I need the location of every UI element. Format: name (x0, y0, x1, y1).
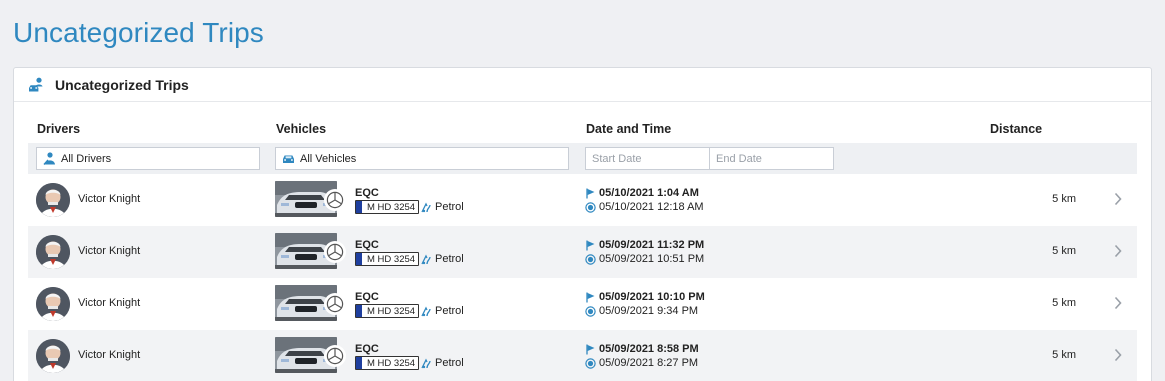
flag-icon (585, 188, 596, 199)
car-icon (282, 152, 295, 165)
vehicles-filter-value: All Vehicles (300, 152, 357, 165)
fuel-type: Petrol (421, 305, 464, 317)
trip-end: 05/09/2021 8:58 PM (585, 343, 699, 355)
car-user-icon (28, 77, 44, 93)
flag-icon (585, 240, 596, 251)
chevron-right-icon[interactable] (1113, 192, 1123, 206)
license-plate: M HD 3254 (355, 304, 419, 318)
drivers-filter[interactable]: All Drivers (36, 147, 260, 170)
vehicle-model: EQC (355, 187, 379, 199)
start-point-icon (585, 253, 596, 265)
vehicle-model: EQC (355, 343, 379, 355)
license-plate: M HD 3254 (355, 356, 419, 370)
eu-band (356, 305, 362, 317)
trip-start-time: 05/09/2021 8:27 PM (599, 357, 699, 369)
table-row[interactable]: Victor Knight EQC M HD 3254 (28, 226, 1137, 278)
trip-start-time: 05/09/2021 10:51 PM (599, 253, 705, 265)
trip-start: 05/09/2021 8:27 PM (585, 357, 698, 369)
fuel-label: Petrol (435, 201, 464, 213)
chevron-right-icon[interactable] (1113, 296, 1123, 310)
driver-name[interactable]: Victor Knight (78, 245, 140, 257)
mercedes-logo-icon (324, 345, 346, 367)
column-header-distance: Distance (990, 122, 1043, 136)
mercedes-logo-icon (324, 189, 346, 211)
fuel-label: Petrol (435, 253, 464, 265)
fuel-icon (421, 306, 432, 317)
chevron-right-icon[interactable] (1113, 244, 1123, 258)
fuel-type: Petrol (421, 357, 464, 369)
end-date-input[interactable]: End Date (709, 147, 834, 170)
trips-table: Drivers Vehicles Date and Time Distance … (28, 116, 1137, 381)
page-title: Uncategorized Trips (13, 17, 264, 48)
trips-list: Victor Knight EQC M HD 3254 Petrol 05/10… (28, 174, 1137, 381)
trip-end-time: 05/10/2021 1:04 AM (599, 187, 699, 199)
fuel-type: Petrol (421, 253, 464, 265)
drivers-filter-value: All Drivers (61, 152, 112, 165)
card-title: Uncategorized Trips (55, 76, 189, 93)
avatar (36, 287, 70, 321)
fuel-icon (421, 254, 432, 265)
mercedes-logo-icon (324, 241, 346, 263)
trip-distance: 5 km (1052, 349, 1076, 361)
start-point-icon (585, 201, 596, 213)
eu-band (356, 357, 362, 369)
start-point-icon (585, 357, 596, 369)
vehicles-filter[interactable]: All Vehicles (275, 147, 569, 170)
plate-number: M HD 3254 (367, 201, 416, 213)
avatar (36, 339, 70, 373)
trip-end-time: 05/09/2021 8:58 PM (599, 343, 699, 355)
table-row[interactable]: Victor Knight EQC M HD 3254 (28, 174, 1137, 226)
license-plate: M HD 3254 (355, 200, 419, 214)
plate-number: M HD 3254 (367, 305, 416, 317)
license-plate: M HD 3254 (355, 252, 419, 266)
eu-band (356, 253, 362, 265)
mercedes-logo-icon (324, 293, 346, 315)
avatar (36, 183, 70, 217)
vehicle-model: EQC (355, 291, 379, 303)
start-date-input[interactable]: Start Date (585, 147, 710, 170)
column-header-drivers: Drivers (37, 122, 81, 136)
table-header: Drivers Vehicles Date and Time Distance (28, 116, 1137, 143)
vehicle-model: EQC (355, 239, 379, 251)
fuel-icon (421, 358, 432, 369)
table-row[interactable]: Victor Knight EQC M HD 3254 (28, 278, 1137, 330)
driver-name[interactable]: Victor Knight (78, 349, 140, 361)
person-icon (43, 152, 56, 165)
trip-start-time: 05/09/2021 9:34 PM (599, 305, 699, 317)
filter-row: All Drivers All Vehicles Start Date End … (28, 143, 1137, 174)
column-header-date-time: Date and Time (586, 122, 672, 136)
trip-end-time: 05/09/2021 11:32 PM (599, 239, 705, 251)
trip-start: 05/09/2021 9:34 PM (585, 305, 698, 317)
plate-number: M HD 3254 (367, 253, 416, 265)
trip-end: 05/09/2021 10:10 PM (585, 291, 705, 303)
trip-end: 05/09/2021 11:32 PM (585, 239, 704, 251)
avatar (36, 235, 70, 269)
trip-end-time: 05/09/2021 10:10 PM (599, 291, 705, 303)
fuel-label: Petrol (435, 357, 464, 369)
fuel-icon (421, 202, 432, 213)
driver-name[interactable]: Victor Knight (78, 297, 140, 309)
trip-start: 05/10/2021 12:18 AM (585, 201, 704, 213)
driver-name[interactable]: Victor Knight (78, 193, 140, 205)
chevron-right-icon[interactable] (1113, 348, 1123, 362)
trip-distance: 5 km (1052, 245, 1076, 257)
trips-card: Uncategorized Trips Drivers Vehicles Dat… (13, 67, 1152, 381)
fuel-label: Petrol (435, 305, 464, 317)
trip-end: 05/10/2021 1:04 AM (585, 187, 699, 199)
trip-distance: 5 km (1052, 297, 1076, 309)
card-header: Uncategorized Trips (14, 68, 1151, 102)
start-point-icon (585, 305, 596, 317)
plate-number: M HD 3254 (367, 357, 416, 369)
flag-icon (585, 344, 596, 355)
trip-start: 05/09/2021 10:51 PM (585, 253, 704, 265)
table-row[interactable]: Victor Knight EQC M HD 3254 (28, 330, 1137, 381)
eu-band (356, 201, 362, 213)
trip-start-time: 05/10/2021 12:18 AM (599, 201, 704, 213)
flag-icon (585, 292, 596, 303)
fuel-type: Petrol (421, 201, 464, 213)
column-header-vehicles: Vehicles (276, 122, 327, 136)
trip-distance: 5 km (1052, 193, 1076, 205)
